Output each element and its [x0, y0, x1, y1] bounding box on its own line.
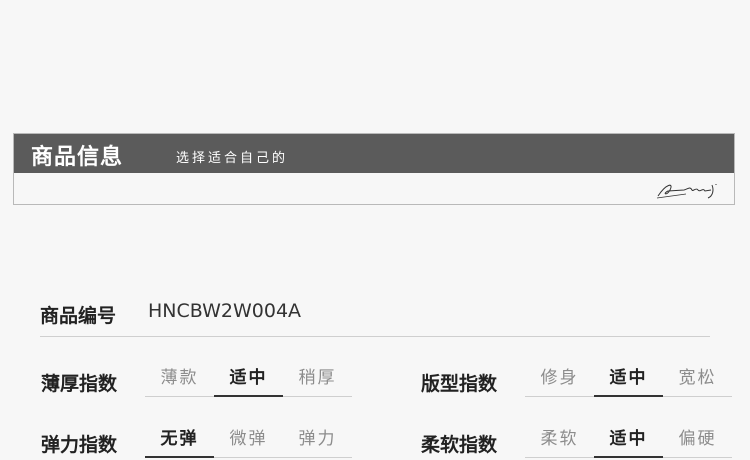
- thickness-option-thin[interactable]: 薄款: [145, 365, 214, 397]
- elasticity-option-slight[interactable]: 微弹: [214, 426, 283, 458]
- elasticity-index-label: 弹力指数: [41, 434, 118, 456]
- product-code-row: 商品编号 HNCBW2W004A: [40, 298, 710, 337]
- banner-title: 商品信息: [31, 145, 124, 170]
- product-code-value: HNCBW2W004A: [148, 300, 302, 322]
- fit-index-label: 版型指数: [421, 373, 498, 395]
- thickness-index-label: 薄厚指数: [41, 373, 118, 395]
- banner-bar: 商品信息 选择适合自己的: [14, 134, 734, 173]
- fit-index-row: 版型指数 修身 适中 宽松: [421, 365, 732, 399]
- signature-logo-icon: [656, 184, 717, 199]
- softness-option-soft[interactable]: 柔软: [525, 426, 594, 458]
- thickness-index-row: 薄厚指数 薄款 适中 稍厚: [41, 365, 352, 399]
- fit-option-slim[interactable]: 修身: [525, 365, 594, 397]
- softness-index-options: 柔软 适中 偏硬: [525, 426, 732, 460]
- fit-option-medium[interactable]: 适中: [594, 365, 663, 397]
- thickness-index-options: 薄款 适中 稍厚: [145, 365, 352, 399]
- fit-index-options: 修身 适中 宽松: [525, 365, 732, 399]
- softness-option-medium[interactable]: 适中: [594, 426, 663, 458]
- elasticity-option-stretch[interactable]: 弹力: [283, 426, 352, 458]
- elasticity-index-options: 无弹 微弹 弹力: [145, 426, 352, 460]
- elasticity-option-none[interactable]: 无弹: [145, 426, 214, 458]
- fit-option-loose[interactable]: 宽松: [663, 365, 732, 397]
- product-info-banner: 商品信息 选择适合自己的: [13, 133, 735, 205]
- elasticity-index-row: 弹力指数 无弹 微弹 弹力: [41, 426, 352, 460]
- softness-index-label: 柔软指数: [421, 434, 498, 456]
- thickness-option-thick[interactable]: 稍厚: [283, 365, 352, 397]
- softness-index-row: 柔软指数 柔软 适中 偏硬: [421, 426, 732, 460]
- softness-option-hard[interactable]: 偏硬: [663, 426, 732, 458]
- banner-subtitle: 选择适合自己的: [176, 151, 289, 166]
- thickness-option-medium[interactable]: 适中: [214, 365, 283, 397]
- product-code-label: 商品编号: [40, 305, 117, 327]
